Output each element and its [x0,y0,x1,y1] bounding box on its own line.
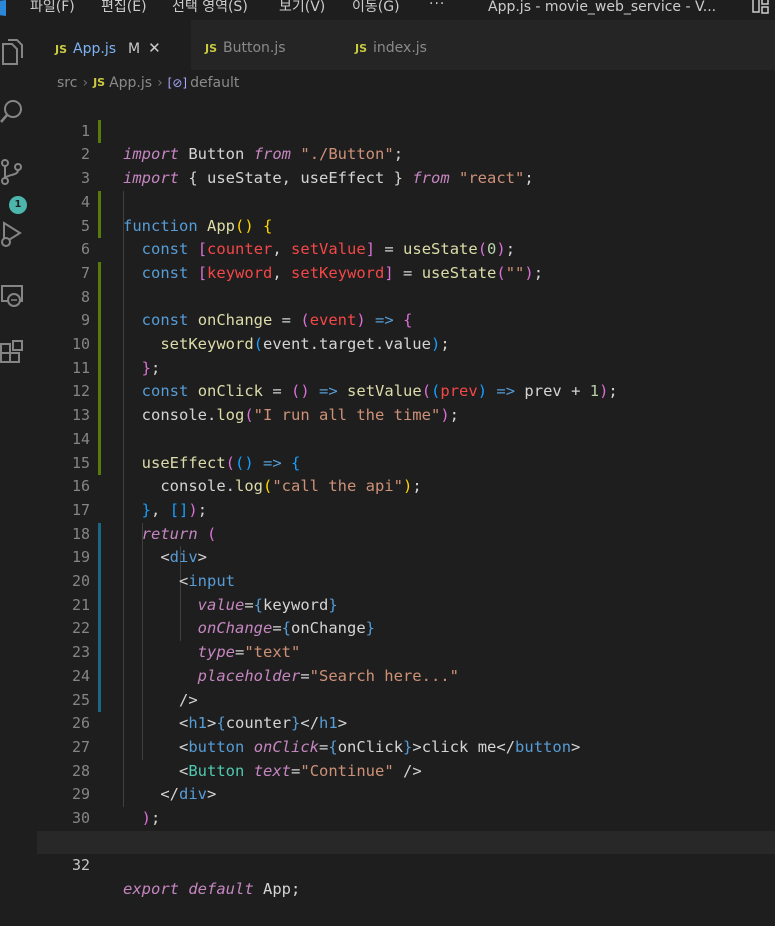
code-line: 25 <h1>{counter}</h1> [37,665,775,733]
tab-button-js[interactable]: JS Button.js [191,20,341,70]
layout-toggle-icon[interactable] [752,0,770,15]
code-line: 30 } [37,783,775,851]
menu-selection[interactable]: 선택 영역(S) [172,0,248,19]
code-line: 23 placeholder="Search here..." [37,617,775,685]
code-line: 28 </div> [37,736,775,804]
code-line: 19 <input [37,523,775,590]
menu-view[interactable]: 보기(V) [279,0,325,19]
code-line: 27 <Button text="Continue" /> [37,712,775,780]
code-line: 18 <div> [37,499,775,567]
extensions-icon[interactable] [0,340,26,368]
code-line-current: 32 export default App; [37,830,775,898]
menu-file[interactable]: 파일(F) [30,0,75,19]
editor-tab-bar: JS App.js M ✕ JS Button.js JS index.js [37,20,775,70]
window-title: App.js - movie_web_service - V... [488,0,717,15]
breadcrumb: src › JS App.js › [⊘] default [57,72,239,94]
modified-indicator: M [128,41,141,57]
code-line: 21 onChange={onChange} [37,570,775,638]
remote-explorer-icon[interactable] [0,282,26,310]
explorer-icon[interactable] [0,38,26,66]
javascript-file-icon: JS [355,42,368,55]
code-line: 11 const onClick = () => setValue((prev)… [37,333,775,401]
javascript-file-icon: JS [55,43,68,56]
code-line: 8 const onChange = (event) => { [37,262,775,330]
tab-index-js[interactable]: JS index.js [341,20,491,70]
code-line: 20 value={keyword} [37,546,775,614]
code-line: 10 }; [37,309,775,377]
tab-label: index.js [373,40,427,56]
activity-bar: 1 [0,20,37,861]
code-line: 5 const [counter, setValue] = useState(0… [37,191,775,259]
code-line: 24 /> [37,641,775,709]
menu-go[interactable]: 이동(G) [352,0,400,19]
run-debug-icon[interactable] [0,220,26,248]
breadcrumb-symbol[interactable]: default [190,75,239,91]
code-line: 16 }, []); [37,452,775,519]
code-line: 22 type="text" [37,594,775,661]
code-line: 7 [37,238,775,282]
close-tab-icon[interactable]: ✕ [148,39,161,57]
code-line: 4 function App() { [37,167,775,235]
code-line: 17 return ( [37,475,775,543]
source-control-icon[interactable] [0,158,26,186]
vscode-logo-icon [0,0,6,16]
code-line: 29 ); [37,760,775,827]
code-line: 12 console.log("I run all the time"); [37,357,775,424]
title-bar: 파일(F) 편집(E) 선택 영역(S) 보기(V) 이동(G) ··· App… [0,0,775,20]
line-number: 32 [71,856,90,875]
code-line: 9 setKeyword(event.target.value); [37,286,775,353]
symbol-variable-icon: [⊘] [167,76,188,90]
menu-edit[interactable]: 편집(E) [101,0,147,19]
code-line: 14 useEffect(() => { [37,404,775,472]
code-line: 26 <button onClick={onClick}>click me</b… [37,689,775,756]
chevron-right-icon: › [82,75,89,91]
code-line: 3 [37,143,775,187]
search-icon[interactable] [0,98,26,126]
javascript-file-icon: JS [93,76,106,89]
tab-label: App.js [73,41,116,57]
javascript-file-icon: JS [205,42,218,55]
code-line: 2 import { useState, useEffect } from "r… [37,120,775,187]
source-control-badge: 1 [9,196,27,214]
code-line: 6 const [keyword, setKeyword] = useState… [37,215,775,282]
code-editor[interactable]: 1 import Button from "./Button"; 2 impor… [37,96,775,898]
breadcrumb-folder[interactable]: src [57,75,77,91]
line-text: export default App; [123,880,301,899]
breadcrumb-file[interactable]: App.js [109,75,152,91]
chevron-right-icon: › [157,75,163,91]
code-line: 1 import Button from "./Button"; [37,96,775,164]
code-line: 31 [37,807,775,851]
code-line: 15 console.log("call the api"); [37,428,775,496]
tab-label: Button.js [223,40,286,56]
code-line: 13 [37,380,775,424]
tab-app-js[interactable]: JS App.js M ✕ [37,20,191,70]
more-menu-button[interactable]: ··· [429,0,445,12]
